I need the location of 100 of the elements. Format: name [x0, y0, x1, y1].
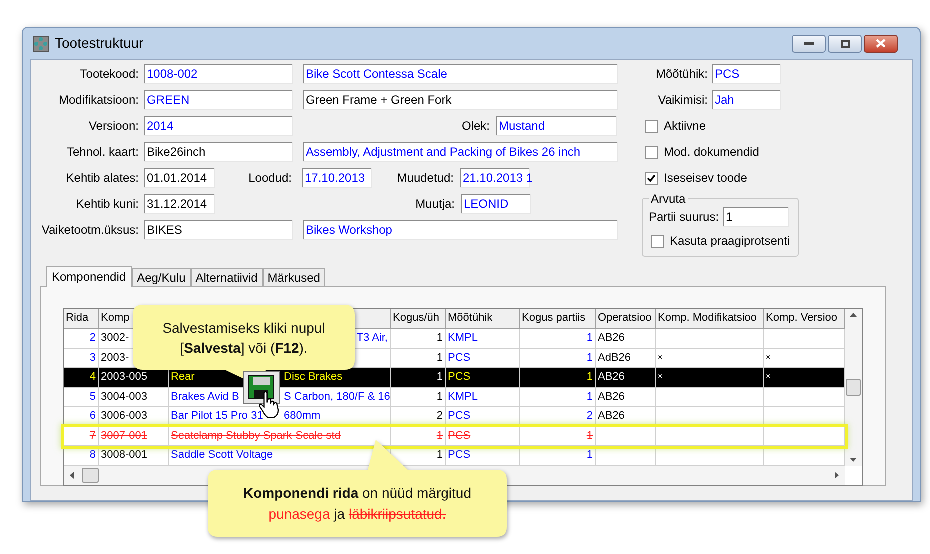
text-field[interactable]: 21.10.2013 1 [460, 168, 530, 188]
table-cell-text: 2 [586, 409, 593, 424]
column-header[interactable]: Kogus partiis [522, 310, 586, 327]
text-field[interactable]: Bikes Workshop [303, 220, 618, 240]
checkbox[interactable] [645, 172, 658, 184]
close-icon [876, 39, 886, 48]
scroll-right-icon[interactable] [835, 472, 839, 479]
table-cell-text: PCS [448, 448, 471, 463]
vertical-scrollbar[interactable] [845, 309, 862, 466]
table-cell-text: PCS [448, 428, 471, 444]
text-field[interactable]: Green Frame + Green Fork [303, 90, 618, 110]
text-field[interactable]: Jah [712, 90, 781, 110]
text-field[interactable]: BIKES [144, 220, 293, 240]
save-icon[interactable] [243, 371, 280, 404]
scroll-thumb[interactable] [82, 468, 99, 483]
checkbox[interactable] [645, 146, 658, 158]
tab[interactable]: Aeg/Kulu [132, 268, 191, 286]
table-cell-text: 2 [436, 409, 443, 424]
minimize-button[interactable] [792, 34, 826, 52]
table-cell-text: 3007-001 [101, 428, 148, 444]
table-cell-text: 3 [90, 350, 96, 366]
column-header[interactable]: Mõõtühik [448, 310, 493, 327]
scroll-down-icon[interactable] [850, 458, 857, 462]
field-label: Tootekood: [79, 66, 140, 83]
table-cell-text: 7 [90, 428, 96, 444]
maximize-icon [840, 40, 850, 48]
table-cell-text: T3 Air, [356, 331, 388, 346]
text-field[interactable]: Bike26inch [144, 142, 293, 162]
text-field[interactable]: 17.10.2013 [302, 168, 372, 188]
column-header[interactable]: Komp. Versioo [766, 310, 838, 327]
table-cell-text: AB26 [598, 331, 625, 346]
table-cell-text: 1 [586, 428, 593, 444]
text-field[interactable]: Bike Scott Contessa Scale [303, 64, 618, 84]
table-cell-text: 1 [436, 390, 443, 404]
column-header[interactable]: Operatsioo [598, 310, 652, 327]
column-header[interactable]: Komp. Modifikatsioo [658, 310, 758, 327]
table-cell-text: 3002- [101, 331, 130, 346]
scroll-left-icon[interactable] [70, 472, 74, 479]
scroll-thumb[interactable] [846, 379, 861, 396]
field-label: Mõõtühik: [654, 66, 709, 83]
table-cell-text: 6 [90, 409, 96, 424]
table-cell-text: 1 [436, 370, 443, 385]
column-header[interactable]: Rida [66, 310, 89, 327]
close-button[interactable] [864, 34, 898, 52]
table-cell-text: 2003- [101, 350, 130, 366]
table-cell-text: 4 [90, 370, 96, 385]
text-field[interactable]: LEONID [461, 194, 531, 214]
table-cell-text: 1 [436, 428, 443, 444]
checkbox[interactable] [651, 234, 664, 248]
table-cell-text: PCS [448, 370, 471, 385]
highlighted-row[interactable]: 7 3007-001 Seatclamp Stubby Spark-Scale std 1 PCS 1 [64, 426, 845, 446]
tab[interactable]: Komponendid [46, 266, 132, 287]
table-cell-text: 3004-003 [101, 390, 148, 404]
field-label: Kehtib kuni: [75, 196, 140, 213]
maximize-button[interactable] [828, 34, 862, 52]
table-cell-text: 680mm [284, 409, 321, 424]
table-cell: × [766, 352, 771, 364]
table-cell-text: Disc Brakes [284, 370, 343, 385]
text-field[interactable]: GREEN [144, 90, 293, 110]
scroll-up-icon[interactable] [850, 313, 857, 317]
table-cell-text: Saddle Scott Voltage [171, 448, 274, 463]
table-cell-text: 1 [586, 350, 593, 366]
text-field[interactable]: 01.01.2014 [144, 168, 215, 188]
text-field[interactable]: PCS [712, 64, 781, 84]
field-label: Modifikatsioon: [58, 92, 140, 109]
table-cell-text: 1 [436, 331, 443, 346]
text-field[interactable]: Assembly, Adjustment and Packing of Bikes 26 inch [303, 142, 618, 162]
table-cell-text: 8 [90, 448, 96, 463]
text-field[interactable]: 31.12.2014 [144, 194, 215, 214]
table-cell-text: S Carbon, 180/F & 16 [284, 390, 390, 404]
table-cell-text: 1 [436, 350, 443, 366]
field-label: Muudetud: [396, 170, 455, 187]
table-row[interactable]: 5 3004-003 Brakes Avid B S Carbon, 180/F & 16 1 KMPL 1 AB26 [64, 388, 845, 407]
table-row[interactable]: 4 2003-005 Rear Disc Brakes 1 PCS 1 AB26 × × [64, 368, 845, 388]
field-label: Partii suurus: [649, 209, 720, 226]
table-cell: × [766, 371, 771, 384]
table-cell-text: 5 [90, 390, 96, 404]
table-cell-text: AB26 [598, 370, 625, 385]
text-field[interactable]: Mustand [496, 116, 617, 136]
table-cell-text: 1 [586, 448, 593, 463]
table-cell-text: 2 [90, 331, 96, 346]
column-header[interactable]: Kogus/üh [393, 310, 440, 327]
field-label: Olek: [460, 118, 491, 135]
text-field[interactable]: 1008-002 [144, 64, 293, 84]
tab[interactable]: Alternatiivid [190, 268, 263, 286]
field-label: Versioon: [88, 118, 140, 135]
text-field[interactable]: 1 [723, 207, 790, 227]
app-icon [33, 36, 49, 52]
field-label: Kehtib alates: [65, 170, 140, 187]
table-cell-text: AB26 [598, 409, 625, 424]
checkbox[interactable] [645, 120, 658, 132]
tab[interactable]: Märkused [262, 268, 326, 286]
table-cell-text: 1 [586, 370, 593, 385]
table-cell-text: Seatclamp Stubby Spark-Scale std [171, 428, 341, 444]
text-field[interactable]: 2014 [144, 116, 293, 136]
table-cell-text: AB26 [598, 390, 625, 404]
table-cell-text: 3008-001 [101, 448, 148, 463]
table-cell: × [658, 352, 663, 364]
table-cell-text: KMPL [448, 331, 478, 346]
column-header[interactable]: Komp [101, 310, 130, 327]
